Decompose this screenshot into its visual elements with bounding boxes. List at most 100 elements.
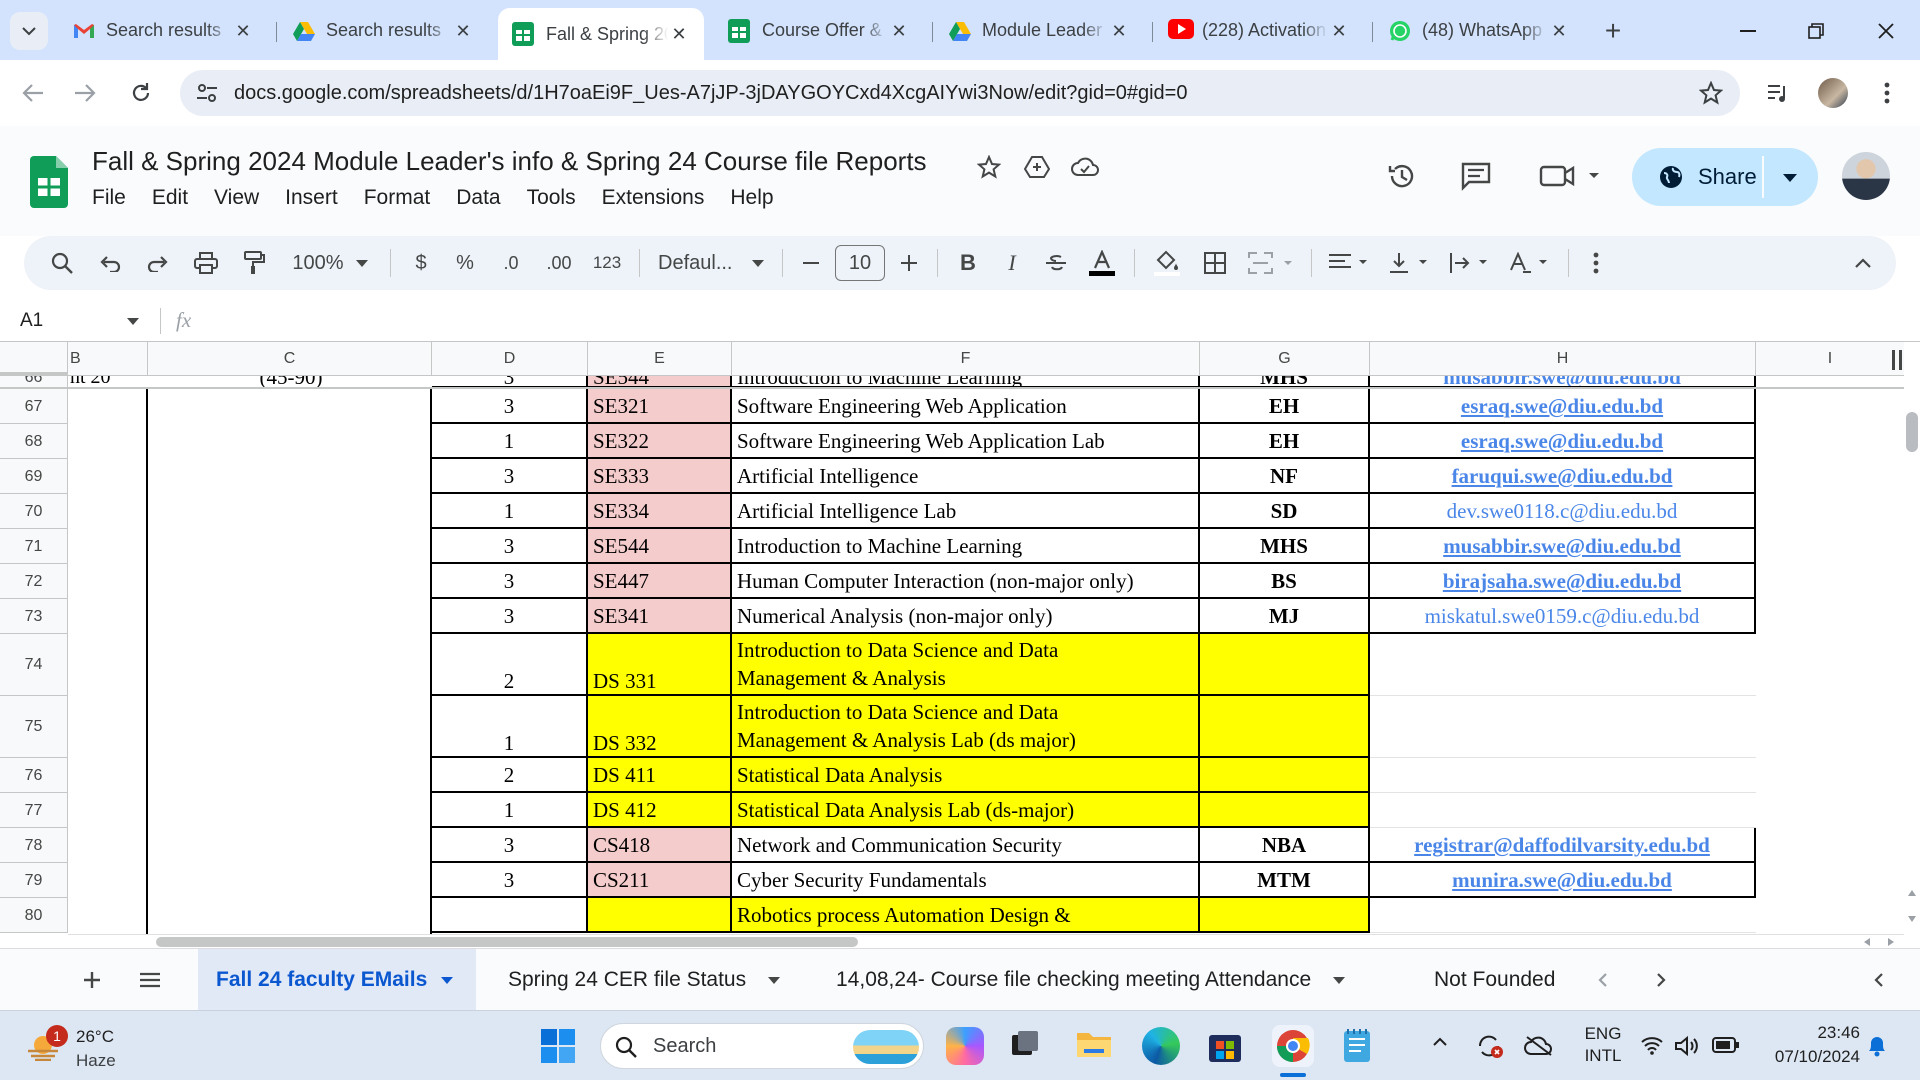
cell-course-code[interactable]: CS211 [588, 863, 732, 898]
close-icon[interactable]: ✕ [668, 23, 690, 45]
cell-email[interactable] [1370, 634, 1756, 696]
taskbar-search-box[interactable]: Search [600, 1023, 924, 1069]
google-sheets-logo-icon[interactable] [30, 156, 68, 208]
sheet-tab[interactable]: Spring 24 CER file Status [490, 949, 810, 1011]
cell-course-code[interactable]: SE447 [588, 564, 732, 599]
cell-faculty[interactable]: EH [1200, 424, 1370, 459]
notification-bell-icon[interactable] [1866, 1033, 1890, 1059]
font-size-input[interactable]: 10 [835, 245, 885, 281]
cell-faculty[interactable] [1200, 758, 1370, 793]
menu-data[interactable]: Data [456, 186, 500, 210]
cell-course-title[interactable]: Artificial Intelligence [732, 459, 1200, 494]
language-indicator[interactable]: ENG INTL [1578, 1023, 1628, 1069]
currency-format-button[interactable]: $ [403, 245, 439, 281]
microsoft-store-icon[interactable] [1208, 1029, 1242, 1063]
name-box[interactable]: A1 [20, 310, 43, 332]
wifi-icon[interactable] [1640, 1035, 1664, 1057]
cell-email[interactable]: miskatul.swe0159.c@diu.edu.bd [1370, 599, 1756, 634]
cell-email[interactable]: esraq.swe@diu.edu.bd [1370, 389, 1756, 424]
cell-faculty[interactable]: MJ [1200, 599, 1370, 634]
paint-format-icon[interactable] [234, 245, 274, 281]
name-box-dropdown-icon[interactable] [126, 316, 140, 326]
italic-button[interactable]: I [994, 245, 1030, 281]
minimize-icon[interactable] [1726, 14, 1770, 48]
file-explorer-icon[interactable] [1076, 1029, 1112, 1063]
cell-course-title[interactable]: Software Engineering Web Application Lab [732, 424, 1200, 459]
merged-cell-c[interactable] [148, 389, 432, 934]
horizontal-align-icon[interactable] [1324, 245, 1376, 281]
scroll-right-icon[interactable] [1888, 938, 1894, 946]
strikethrough-icon[interactable] [1038, 245, 1074, 281]
onedrive-offline-icon[interactable] [1524, 1035, 1554, 1057]
cell-course-code[interactable]: SE333 [588, 459, 732, 494]
cell-email[interactable]: musabbir.swe@diu.edu.bd [1370, 529, 1756, 564]
cell-email[interactable]: faruqui.swe@diu.edu.bd [1370, 459, 1756, 494]
scroll-down-icon[interactable] [1908, 916, 1916, 922]
close-window-icon[interactable] [1864, 14, 1908, 48]
fill-color-icon[interactable] [1147, 245, 1187, 281]
row-header[interactable]: 72 [0, 564, 68, 599]
increase-decimal-button[interactable]: .00 [539, 245, 579, 281]
text-wrapping-icon[interactable] [1444, 245, 1496, 281]
sheets-scroll-right-icon[interactable] [1648, 967, 1674, 993]
add-sheet-icon[interactable] [76, 964, 108, 996]
meet-camera-icon[interactable] [1536, 156, 1606, 196]
cell-email[interactable]: registrar@daffodilvarsity.edu.bd [1370, 828, 1756, 863]
text-color-icon[interactable] [1082, 245, 1122, 281]
cell-credit[interactable]: 3 [432, 828, 588, 863]
cell-course-code[interactable]: DS 411 [588, 758, 732, 793]
cell-email[interactable]: birajsaha.swe@diu.edu.bd [1370, 564, 1756, 599]
chrome-icon[interactable] [1272, 1025, 1314, 1067]
column-header-e[interactable]: E [588, 342, 732, 376]
undo-icon[interactable] [90, 245, 130, 281]
cell-faculty[interactable] [1200, 634, 1370, 696]
cell-faculty[interactable] [1200, 898, 1370, 933]
percent-format-button[interactable]: % [447, 245, 483, 281]
sheet-tab[interactable]: 14,08,24- Course file checking meeting A… [818, 949, 1408, 1011]
version-history-icon[interactable] [1382, 156, 1422, 196]
redo-icon[interactable] [138, 245, 178, 281]
cell-course-title[interactable]: Cyber Security Fundamentals [732, 863, 1200, 898]
column-header-g[interactable]: G [1200, 342, 1370, 376]
close-icon[interactable]: ✕ [452, 20, 474, 42]
cell-course-title[interactable]: Human Computer Interaction (non-major on… [732, 564, 1200, 599]
row-header[interactable]: 71 [0, 529, 68, 564]
cell-course-code[interactable]: SE322 [588, 424, 732, 459]
horizontal-scroll-thumb[interactable] [156, 937, 858, 947]
merged-cell-b[interactable] [68, 389, 148, 934]
bookmark-star-icon[interactable] [1698, 80, 1724, 106]
task-view-icon[interactable] [1010, 1029, 1044, 1063]
vertical-scroll-thumb[interactable] [1906, 412, 1918, 452]
column-header-i[interactable]: I [1756, 342, 1904, 376]
side-panel-toggle-icon[interactable] [1866, 967, 1892, 993]
cell-course-title[interactable]: Statistical Data Analysis [732, 758, 1200, 793]
cell-course-title[interactable]: Statistical Data Analysis Lab (ds-major) [732, 793, 1200, 828]
cell-credit[interactable]: 3 [432, 389, 588, 424]
cell-credit[interactable]: 1 [432, 424, 588, 459]
cell-course-code[interactable]: DS 412 [588, 793, 732, 828]
cell-faculty[interactable]: EH [1200, 389, 1370, 424]
collapse-menus-icon[interactable] [1846, 245, 1880, 281]
row-header[interactable]: 74 [0, 634, 68, 696]
sheet-tab-active[interactable]: Fall 24 faculty EMails [198, 949, 476, 1011]
cell-credit[interactable]: 3 [432, 459, 588, 494]
move-to-drive-icon[interactable] [1022, 152, 1052, 182]
address-bar[interactable]: docs.google.com/spreadsheets/d/1H7oaEi9F… [180, 70, 1740, 116]
copilot-icon[interactable] [946, 1027, 984, 1065]
cell-course-code[interactable]: SE334 [588, 494, 732, 529]
clock[interactable]: 23:46 07/10/2024 [1754, 1021, 1860, 1071]
cell-faculty[interactable]: SD [1200, 494, 1370, 529]
cell-faculty[interactable]: BS [1200, 564, 1370, 599]
browser-tab[interactable]: Module Leader ✕ [934, 10, 1144, 51]
cell-email[interactable]: esraq.swe@diu.edu.bd [1370, 424, 1756, 459]
all-sheets-icon[interactable] [134, 964, 166, 996]
row-header[interactable]: 80 [0, 898, 68, 933]
spreadsheet-grid[interactable]: B C D E F G H I 66 nt 20 (45-90) 3 SE544… [0, 342, 1904, 934]
cell-email[interactable] [1370, 758, 1756, 793]
row-header[interactable]: 70 [0, 494, 68, 529]
cell-credit[interactable]: 3 [432, 564, 588, 599]
vertical-align-icon[interactable] [1384, 245, 1436, 281]
sheet-tab[interactable]: Not Founded [1416, 949, 1568, 1011]
browser-tab[interactable]: (228) Activation ✕ [1154, 10, 1364, 51]
site-info-icon[interactable] [194, 81, 220, 105]
